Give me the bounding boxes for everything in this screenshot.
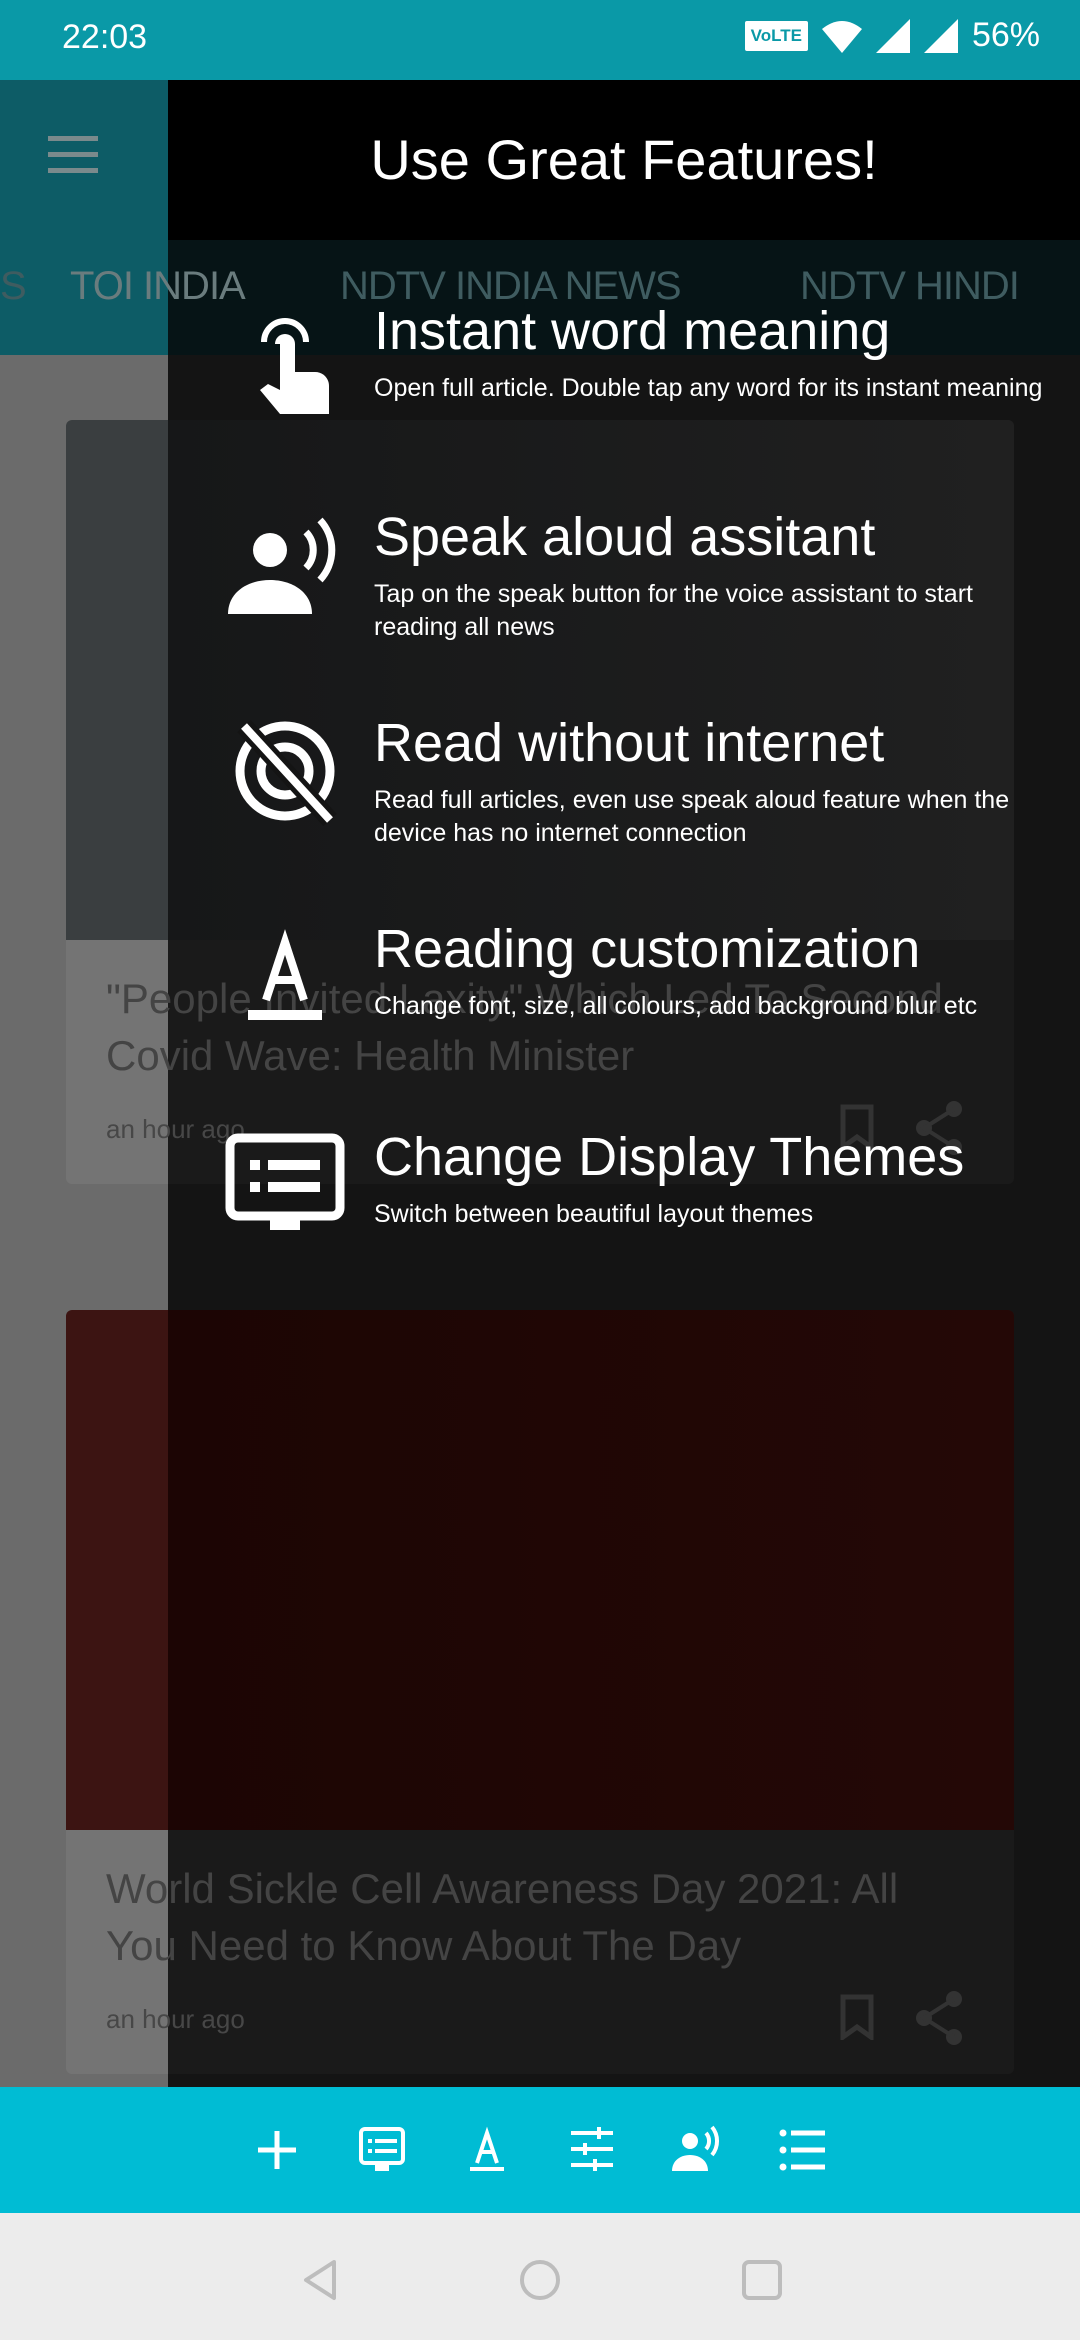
bookmark-icon[interactable] <box>840 1104 874 1150</box>
news-time: an hour ago <box>106 1114 245 1144</box>
record-voice-icon[interactable] <box>672 2125 722 2175</box>
tune-icon[interactable] <box>567 2125 617 2175</box>
tab[interactable]: NDTV INDIA NEWS <box>340 264 682 309</box>
news-time: an hour ago <box>106 2004 245 2034</box>
feature-desc: Open full article. Double tap any word f… <box>374 374 1043 402</box>
bookmark-icon[interactable] <box>840 1994 874 2040</box>
signal-icon <box>875 18 910 53</box>
battery-level: 56% <box>971 16 1040 54</box>
recents-icon[interactable] <box>740 2258 784 2302</box>
overlay-title: Use Great Features! <box>168 80 1080 240</box>
bottom-toolbar <box>0 2087 1080 2213</box>
wifi-icon <box>821 20 862 53</box>
news-title[interactable]: World Sickle Cell Awareness Day 2021: Al… <box>66 1830 1014 1974</box>
feature-desc: Switch between beautiful layout themes <box>374 1200 814 1228</box>
status-time: 22:03 <box>62 18 148 56</box>
news-title[interactable]: "People Invited Laxity" Which Led To Sec… <box>66 940 1014 1084</box>
display-theme-icon[interactable] <box>357 2125 407 2175</box>
news-image <box>66 1310 1014 1830</box>
status-bar: 22:03 VoLTE 56% <box>0 0 1080 80</box>
text-format-icon[interactable] <box>462 2125 512 2175</box>
tab[interactable]: NDTV HINDI <box>800 264 1020 309</box>
tab[interactable]: S <box>0 264 27 309</box>
signal-icon <box>923 18 958 53</box>
home-icon[interactable] <box>518 2258 562 2302</box>
tab[interactable]: TOI INDIA <box>70 264 246 309</box>
list-icon[interactable] <box>777 2125 827 2175</box>
volte-icon: VoLTE <box>744 20 808 51</box>
share-icon[interactable] <box>914 1100 964 1156</box>
news-image <box>66 420 1014 940</box>
menu-icon[interactable] <box>48 136 98 173</box>
add-icon[interactable] <box>252 2125 302 2175</box>
news-card[interactable]: World Sickle Cell Awareness Day 2021: Al… <box>66 1310 1014 2074</box>
system-nav-bar <box>0 2213 1080 2340</box>
back-icon[interactable] <box>298 2258 342 2302</box>
share-icon[interactable] <box>914 1990 964 2046</box>
news-card[interactable]: "People Invited Laxity" Which Led To Sec… <box>66 420 1014 1184</box>
